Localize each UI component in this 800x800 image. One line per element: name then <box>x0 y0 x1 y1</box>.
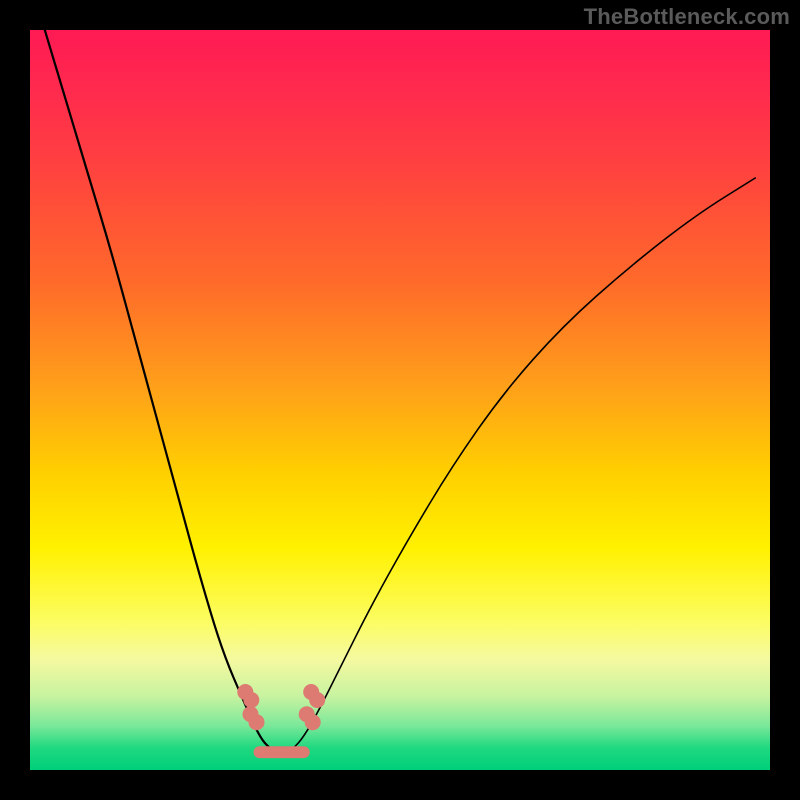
trough-bottom-band <box>254 746 310 758</box>
curve-right-branch <box>282 178 756 755</box>
right-lower-dot <box>305 714 321 730</box>
watermark-text: TheBottleneck.com <box>584 4 790 30</box>
chart-plot-area <box>30 30 770 770</box>
curve-left-branch <box>45 30 282 755</box>
trough-marker-group <box>237 684 325 730</box>
left-lower-dot <box>249 714 265 730</box>
right-upper-dot <box>309 692 325 708</box>
chart-svg <box>30 30 770 770</box>
left-upper-dot <box>243 692 259 708</box>
